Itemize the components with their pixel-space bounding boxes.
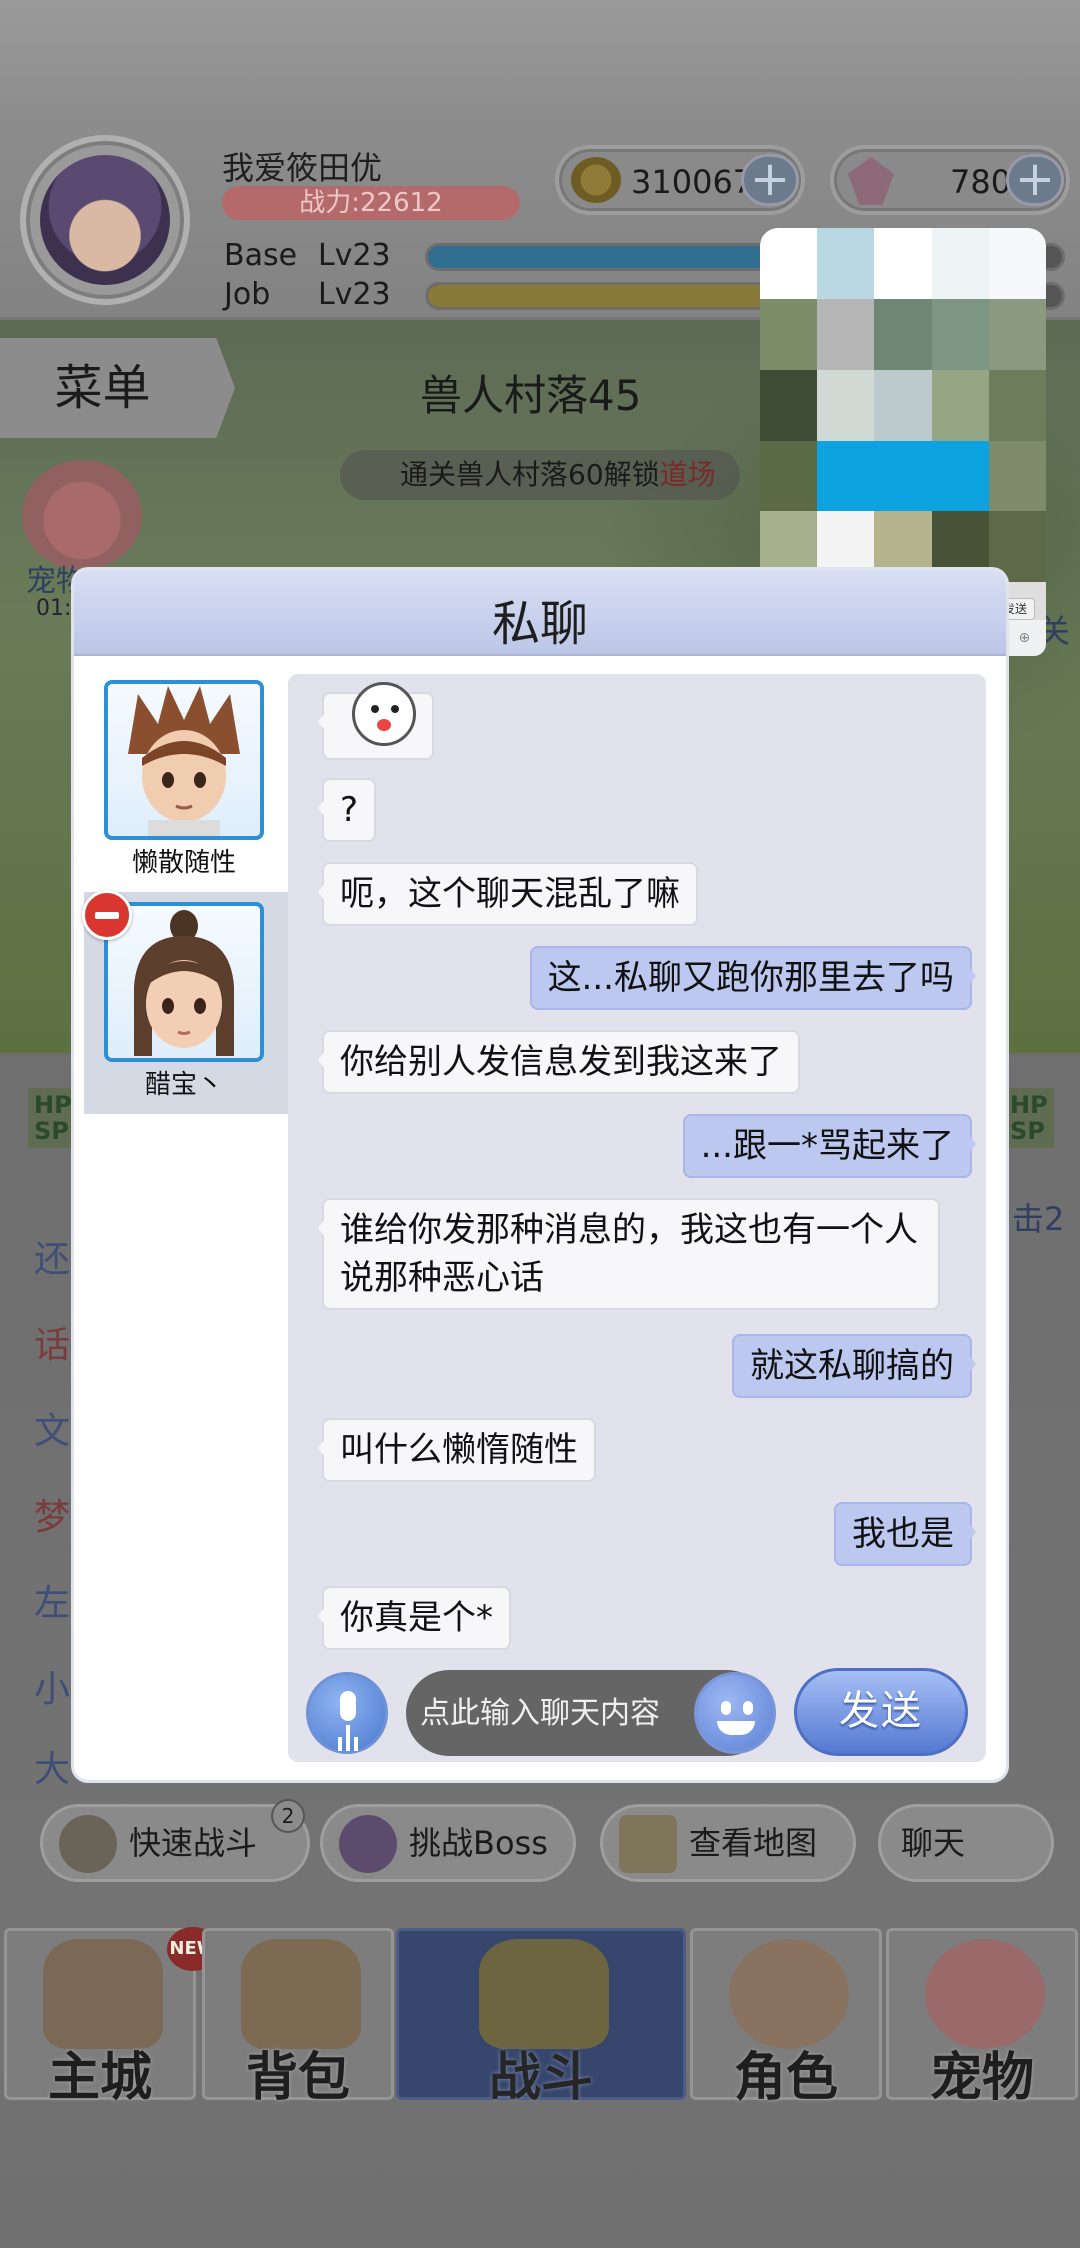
nav-backpack-label: 背包: [245, 2048, 350, 2108]
nav-pet-label: 宠物: [929, 2048, 1034, 2108]
hp-sp-left: HP SP: [28, 1088, 78, 1148]
list-item: 还: [34, 1239, 71, 1280]
sp-label: SP: [34, 1117, 69, 1145]
coin-icon: [571, 157, 621, 203]
chat-label: 聊天: [901, 1824, 966, 1862]
map-scroll-icon: [619, 1815, 677, 1873]
message-bubble: 你真是个*: [318, 1586, 511, 1650]
remove-contact-icon[interactable]: [82, 890, 132, 940]
private-chat-dialog: 私聊 懒散随性 醋宝丶 ? 呃，这个聊天混乱了嘛 这...私聊又跑你那里去了吗 …: [74, 570, 1006, 1780]
quick-battle-label: 快速战斗: [129, 1824, 258, 1862]
base-level: Lv23: [318, 238, 391, 273]
nav-main-city-label: 主城: [47, 2048, 152, 2108]
character-icon: [729, 1939, 849, 2049]
list-item: 话: [34, 1325, 71, 1366]
dialog-header: 私聊: [74, 570, 1006, 656]
menu-button[interactable]: 菜单: [0, 338, 235, 438]
sticker-face-icon: [352, 682, 416, 746]
quick-battle-icon: [59, 1815, 117, 1873]
challenge-boss-label: 挑战Boss: [409, 1824, 548, 1862]
gold-value: 310067: [631, 163, 754, 201]
area-name: 兽人村落45: [420, 371, 642, 420]
right-ghost-2: 击2: [1012, 1200, 1065, 1238]
unlock-hint: 通关兽人村落60解锁道场: [340, 450, 740, 500]
job-label: Job: [224, 277, 271, 312]
nav-character[interactable]: 角色: [690, 1928, 882, 2108]
nav-battle[interactable]: 战斗: [396, 1928, 686, 2108]
add-gem-button[interactable]: +: [1006, 154, 1064, 206]
unlock-hint-text: 通关兽人村落60解锁: [400, 458, 660, 491]
plus-icon: ⊕: [1018, 630, 1031, 646]
sp-label: SP: [1010, 1117, 1045, 1145]
chat-button[interactable]: 聊天: [878, 1804, 1054, 1882]
message-bubble: 这...私聊又跑你那里去了吗: [529, 946, 977, 1010]
contact-name: 懒散随性: [131, 848, 236, 878]
hp-sp-right: HP SP: [1004, 1088, 1054, 1148]
message-bubble: 我也是: [834, 1502, 976, 1566]
contact-portrait: [104, 680, 264, 840]
quick-battle-button[interactable]: 快速战斗 2: [40, 1799, 310, 1882]
gem-icon: [848, 157, 894, 205]
message-bubble: 叫什么懒惰随性: [318, 1418, 596, 1482]
gem-value: 780: [950, 163, 1012, 201]
list-item: 梦: [34, 1497, 71, 1538]
nav-pet[interactable]: 宠物: [886, 1928, 1078, 2108]
send-button[interactable]: 发送: [794, 1668, 968, 1756]
avatar-image: [40, 155, 170, 285]
message-bubble: ...跟一*骂起来了: [682, 1114, 977, 1178]
gold-counter: 310067 +: [555, 145, 805, 215]
pet-blob-icon: [925, 1939, 1045, 2049]
character-portrait-icon: [134, 910, 234, 1056]
list-item: 小: [34, 1669, 71, 1710]
character-portrait-icon: [128, 686, 240, 836]
emoji-button[interactable]: [694, 1672, 776, 1754]
player-name: 我爱筱田优: [222, 149, 383, 187]
bottom-navigation: 主城 NEW 背包 战斗 角色 宠物: [0, 1924, 1080, 2108]
message-bubble: ?: [317, 778, 377, 842]
dialog-title: 私聊: [491, 596, 588, 652]
job-level: Lv23: [318, 277, 391, 312]
hp-label: HP: [34, 1091, 72, 1119]
action-row: 快速战斗 2 挑战Boss 查看地图 聊天: [18, 1796, 1062, 1890]
gem-counter: 780 +: [830, 145, 1070, 215]
crossed-swords-icon: [479, 1939, 609, 2049]
base-label: Base: [224, 238, 298, 273]
contact-item[interactable]: 懒散随性: [84, 670, 288, 892]
backpack-icon: [241, 1939, 361, 2049]
list-item: 大: [34, 1749, 71, 1790]
player-avatar[interactable]: [20, 135, 190, 305]
combat-power: 战力:22612: [222, 186, 520, 220]
contact-name: 醋宝丶: [144, 1070, 223, 1100]
nav-main-city[interactable]: 主城 NEW: [4, 1927, 219, 2108]
hp-label: HP: [1010, 1091, 1048, 1119]
message-bubble: 就这私聊搞的: [732, 1334, 976, 1398]
contact-list: 懒散随性 醋宝丶: [74, 670, 288, 1760]
chat-message-area[interactable]: ? 呃，这个聊天混乱了嘛 这...私聊又跑你那里去了吗 你给别人发信息发到我这来…: [288, 674, 986, 1762]
voice-input-button[interactable]: [306, 1672, 388, 1754]
castle-icon: [43, 1939, 163, 2049]
nav-character-label: 角色: [733, 2048, 838, 2108]
nav-backpack[interactable]: 背包: [202, 1928, 394, 2108]
message-bubble: 呃，这个聊天混乱了嘛: [318, 862, 698, 926]
challenge-boss-button[interactable]: 挑战Boss: [320, 1804, 576, 1882]
view-map-button[interactable]: 查看地图: [600, 1804, 856, 1882]
message-bubble: 你给别人发信息发到我这来了: [318, 1030, 800, 1094]
message-bubble: 谁给你发那种消息的，我这也有一个人说那种恶心话: [318, 1198, 940, 1310]
list-item: 文: [34, 1411, 71, 1452]
contact-item-selected[interactable]: 醋宝丶: [82, 890, 288, 1114]
pet-icon[interactable]: [22, 460, 142, 570]
nav-battle-label: 战斗: [488, 2048, 593, 2108]
message-bubble-emoji: [318, 682, 434, 760]
add-gold-button[interactable]: +: [741, 154, 799, 206]
boss-icon: [339, 1815, 397, 1873]
list-item: 左: [34, 1583, 71, 1624]
unlock-hint-highlight: 道场: [659, 458, 716, 491]
view-map-label: 查看地图: [689, 1824, 818, 1862]
quick-battle-badge: 2: [271, 1799, 305, 1833]
